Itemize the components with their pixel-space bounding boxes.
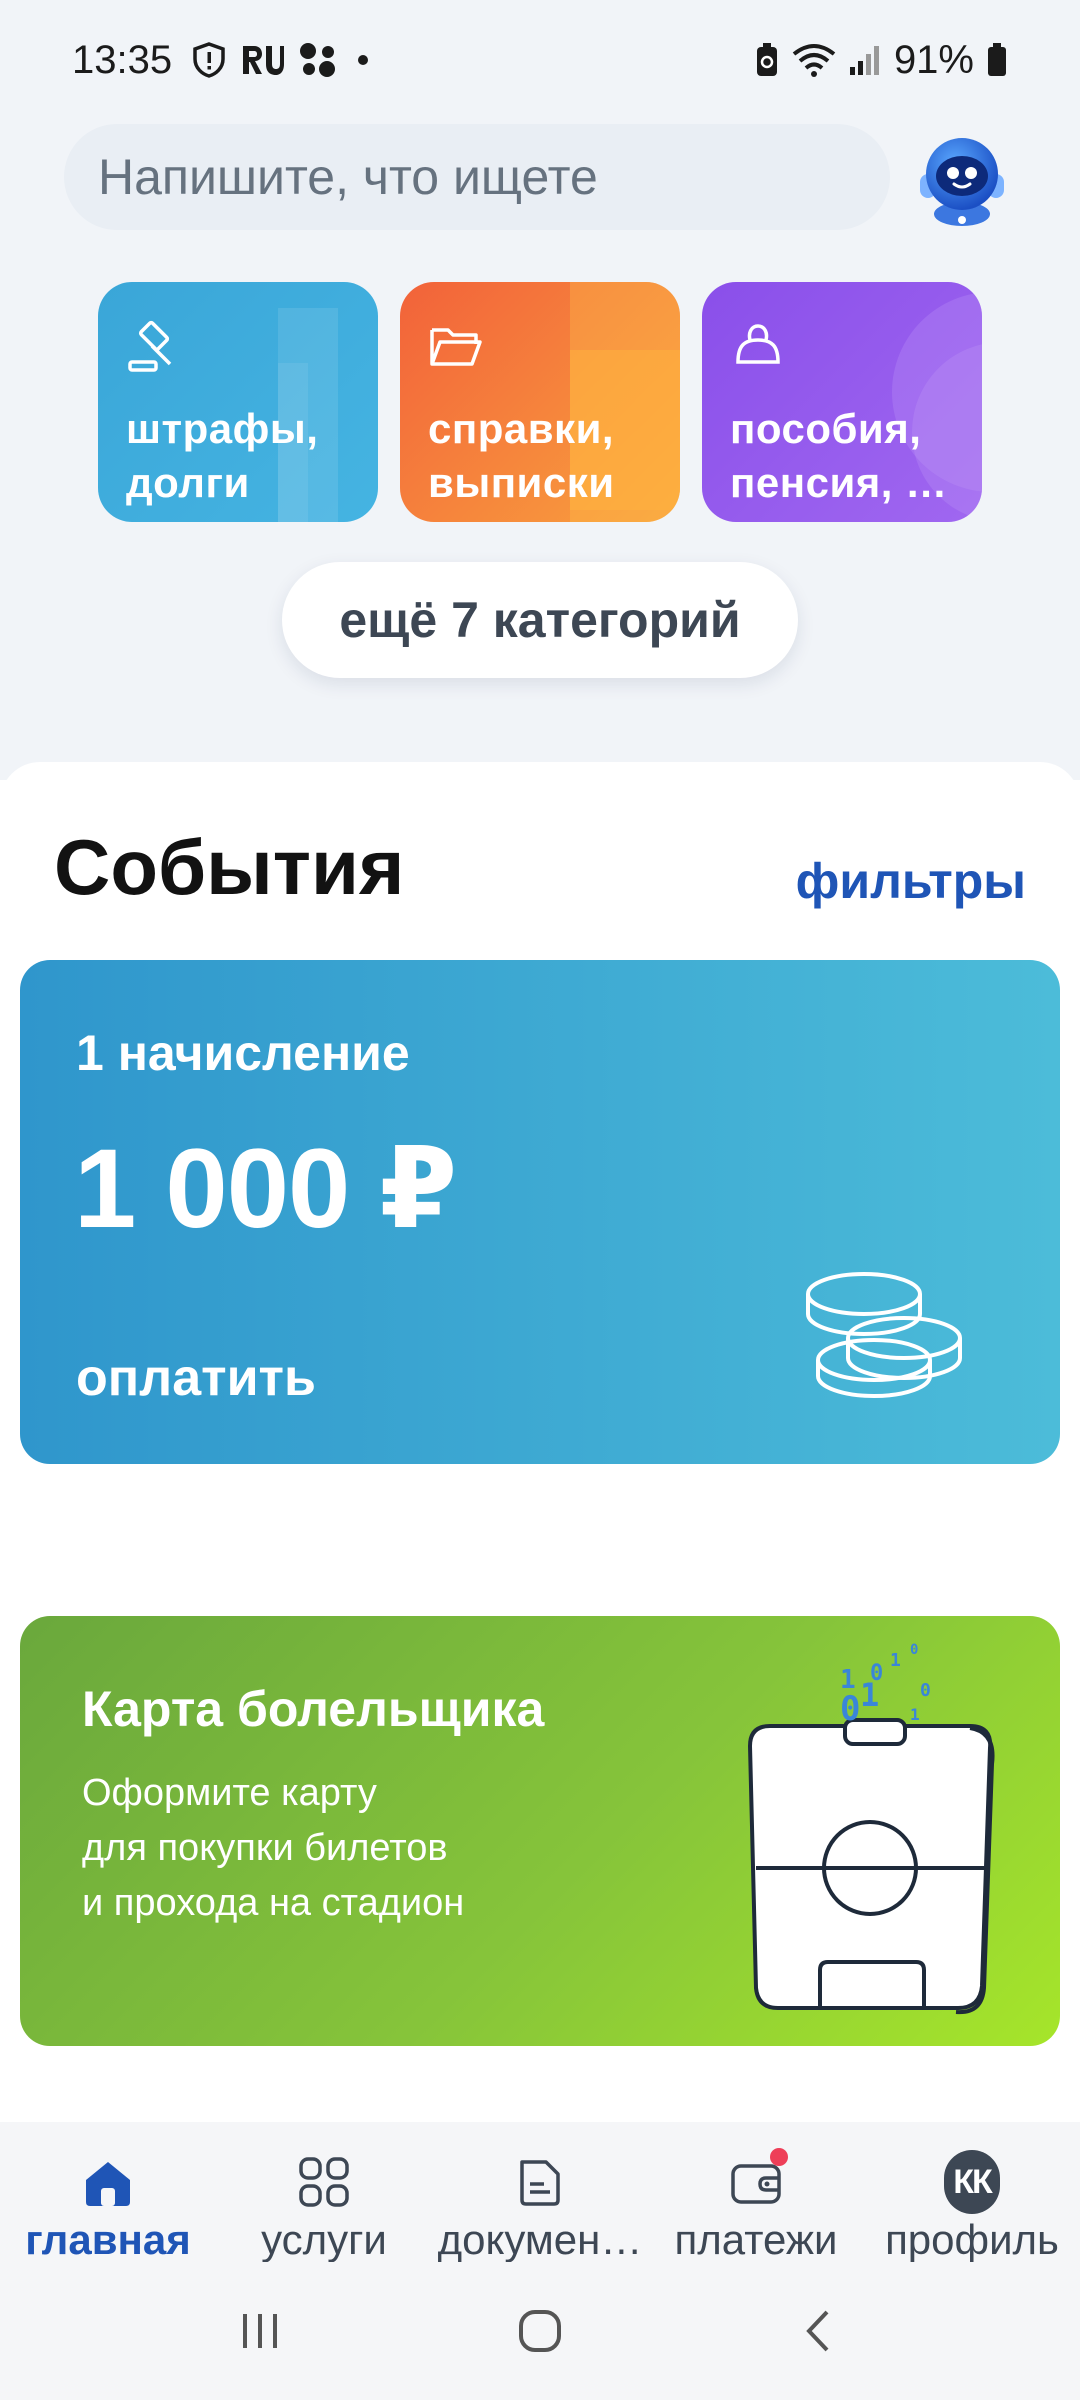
more-categories-label: ещё 7 категорий xyxy=(339,592,741,648)
svg-text:0: 0 xyxy=(910,1642,918,1658)
recent-apps-button[interactable] xyxy=(220,2291,300,2371)
category-fines-line1: штрафы, xyxy=(126,405,319,452)
fan-card-description: Оформите карту для покупки билетов и про… xyxy=(82,1766,602,1931)
battery-percent: 91% xyxy=(893,37,974,82)
coins-icon xyxy=(806,1272,962,1398)
nav-payments[interactable]: платежи xyxy=(648,2122,864,2263)
category-benefits-line1: пособия, xyxy=(730,405,922,452)
nav-profile-label: профиль xyxy=(885,2216,1059,2263)
charge-count: 1 начисление xyxy=(76,1025,410,1081)
category-documents-line1: справки, xyxy=(428,405,615,452)
pay-button[interactable]: оплатить xyxy=(76,1348,316,1408)
svg-text:1: 1 xyxy=(910,1705,920,1724)
fan-card-line3: и прохода на стадион xyxy=(82,1882,465,1924)
search-row: Напишите, что ищете xyxy=(64,124,1016,232)
grid-icon xyxy=(296,2154,352,2210)
category-fines-label: штрафы, долги xyxy=(126,402,350,510)
status-left-icons xyxy=(192,42,374,78)
fan-card-line2: для покупки билетов xyxy=(82,1827,448,1869)
status-bar: 13:35 91% xyxy=(0,0,1080,120)
category-fines[interactable]: штрафы, долги xyxy=(98,282,378,522)
avatar-initials: КК xyxy=(944,2150,1000,2214)
fan-card-banner[interactable]: Карта болельщика Оформите карту для поку… xyxy=(20,1616,1060,2046)
category-benefits[interactable]: пособия, пенсия, … xyxy=(702,282,982,522)
battery-saver-icon xyxy=(754,42,780,78)
events-title: События xyxy=(54,823,405,911)
category-documents-label: справки, выписки xyxy=(428,402,652,510)
nav-profile[interactable]: КК профиль xyxy=(864,2122,1080,2263)
shield-icon xyxy=(192,42,226,78)
nav-home[interactable]: главная xyxy=(0,2122,216,2263)
search-input[interactable]: Напишите, что ищете xyxy=(64,124,890,230)
gavel-icon xyxy=(126,318,182,374)
search-placeholder: Напишите, что ищете xyxy=(98,149,598,205)
nav-documents[interactable]: докумен… xyxy=(432,2122,648,2263)
document-icon xyxy=(512,2154,568,2210)
events-panel: События фильтры 1 начисление 1 000 ₽ опл… xyxy=(0,762,1080,2122)
category-documents-line2: выписки xyxy=(428,459,615,506)
fan-card-title: Карта болельщика xyxy=(82,1681,545,1737)
battery-icon xyxy=(986,42,1008,78)
payments-notification-badge xyxy=(770,2148,788,2166)
bottom-nav: главная услуги докумен… платежи КК профи… xyxy=(0,2122,1080,2263)
system-navigation-bar xyxy=(0,2262,1080,2400)
charge-amount: 1 000 ₽ xyxy=(74,1126,457,1251)
svg-text:0: 0 xyxy=(840,1689,860,1729)
nav-services[interactable]: услуги xyxy=(216,2122,432,2263)
robot-assistant-icon[interactable] xyxy=(910,126,1014,230)
charge-card[interactable]: 1 начисление 1 000 ₽ оплатить xyxy=(20,960,1060,1464)
wifi-icon xyxy=(792,42,836,78)
signal-icon xyxy=(848,43,882,77)
back-icon xyxy=(806,2310,829,2352)
more-categories-button[interactable]: ещё 7 категорий xyxy=(282,562,798,678)
filters-button[interactable]: фильтры xyxy=(796,852,1026,910)
svg-text:1: 1 xyxy=(890,1650,901,1671)
back-system-button[interactable] xyxy=(780,2291,860,2371)
purse-icon xyxy=(730,318,786,374)
folder-icon xyxy=(428,318,484,374)
status-right: 91% xyxy=(754,38,1008,83)
dots-icon xyxy=(298,42,338,78)
nav-documents-label: докумен… xyxy=(437,2216,643,2263)
svg-text:1: 1 xyxy=(840,1665,856,1695)
svg-text:0: 0 xyxy=(920,1680,931,1701)
ru-icon xyxy=(240,44,285,76)
status-time: 13:35 xyxy=(72,37,173,82)
nav-payments-label: платежи xyxy=(674,2216,838,2263)
category-documents[interactable]: справки, выписки xyxy=(400,282,680,522)
category-fines-line2: долги xyxy=(126,459,250,506)
avatar: КК xyxy=(944,2150,1000,2214)
fan-card-line1: Оформите карту xyxy=(82,1772,377,1814)
recent-apps-icon xyxy=(243,2314,277,2348)
fan-card-illustration: 0 1 1 0 1 0 0 1 xyxy=(747,1642,995,2015)
nav-services-label: услуги xyxy=(261,2216,387,2263)
nav-home-label: главная xyxy=(25,2216,191,2263)
category-benefits-line2: пенсия, … xyxy=(730,459,948,506)
category-benefits-label: пособия, пенсия, … xyxy=(730,402,954,510)
dot-icon xyxy=(352,49,374,71)
home-icon xyxy=(80,2154,136,2210)
svg-text:0: 0 xyxy=(870,1661,883,1686)
home-system-button[interactable] xyxy=(500,2291,580,2371)
header-area: 13:35 91% Напишите, что ищете штрафы, до… xyxy=(0,0,1080,780)
home-circle-icon xyxy=(519,2310,561,2352)
